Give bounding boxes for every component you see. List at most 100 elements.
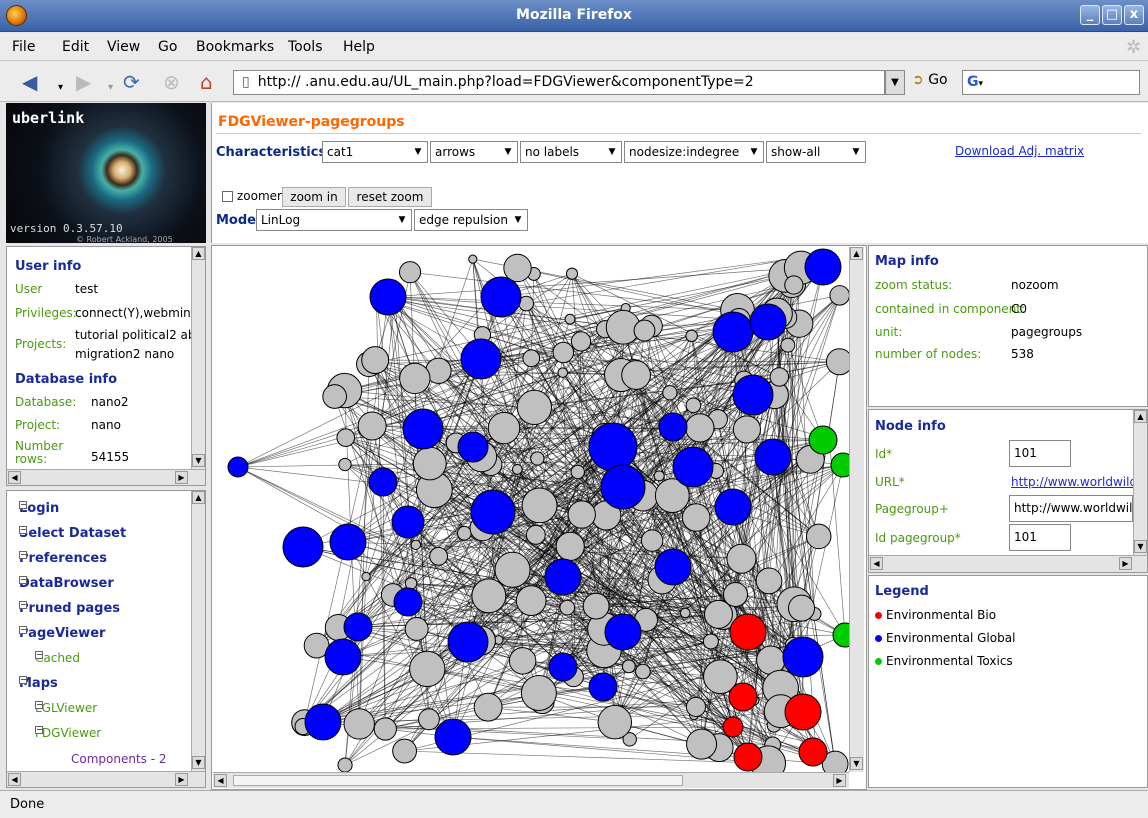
graph-node[interactable]: [829, 285, 849, 306]
graph-node[interactable]: [635, 663, 651, 680]
graph-node[interactable]: [805, 523, 832, 550]
tree-item-pageviewer[interactable]: − PageViewer: [19, 626, 105, 641]
graph-node[interactable]: [685, 329, 698, 343]
graph-node[interactable]: [410, 539, 422, 551]
menu-view[interactable]: View: [107, 39, 140, 55]
graph-node[interactable]: [570, 331, 592, 352]
menu-file[interactable]: File: [12, 39, 35, 55]
show-select[interactable]: show-all ▼: [766, 141, 866, 163]
graph-node[interactable]: [412, 446, 447, 481]
graph-node[interactable]: [567, 500, 596, 529]
id-field[interactable]: 101: [1009, 440, 1071, 467]
url-input[interactable]: ▯ http:// .anu.edu.au/UL_main.php?load=FD…: [233, 70, 885, 95]
scroll-left-icon[interactable]: ◀: [8, 773, 21, 786]
tree-item-preferences[interactable]: − Preferences: [19, 551, 107, 566]
vertical-scrollbar[interactable]: ▲ ▼: [1133, 410, 1147, 555]
graph-node[interactable]: [728, 682, 758, 712]
graph-node[interactable]: [787, 594, 816, 622]
graph-node[interactable]: [597, 704, 633, 740]
graph-node[interactable]: [729, 613, 767, 651]
search-input[interactable]: G▾: [962, 70, 1140, 95]
tree-item-pruned-pages[interactable]: − Pruned pages: [19, 601, 120, 616]
forward-dropdown-icon[interactable]: ▾: [108, 78, 113, 98]
url-link[interactable]: http://www.worldwildlife: [1011, 475, 1147, 489]
graph-node[interactable]: [654, 548, 692, 586]
graph-node[interactable]: [686, 728, 718, 760]
graph-node[interactable]: [782, 636, 824, 678]
graph-node[interactable]: [282, 526, 324, 568]
graph-node[interactable]: [732, 374, 774, 416]
scroll-thumb[interactable]: [233, 775, 683, 786]
graph-node[interactable]: [621, 659, 636, 674]
minimize-button[interactable]: _: [1080, 5, 1100, 25]
graph-node[interactable]: [722, 716, 744, 738]
graph-node[interactable]: [468, 254, 478, 264]
graph-node[interactable]: [564, 313, 576, 325]
graph-node[interactable]: [784, 275, 804, 295]
graph-node[interactable]: [685, 696, 707, 718]
graph-node[interactable]: [361, 571, 371, 582]
graph-node[interactable]: [582, 592, 610, 620]
graph-node[interactable]: [409, 650, 446, 688]
graph-node[interactable]: [324, 638, 362, 676]
graph-node[interactable]: [588, 422, 638, 472]
reset-zoom-button[interactable]: reset zoom: [348, 187, 432, 207]
tree-item-login[interactable]: − Login: [19, 501, 59, 516]
graph-node[interactable]: [808, 425, 838, 455]
graph-node[interactable]: [525, 524, 546, 545]
tree-item-select-dataset[interactable]: − Select Dataset: [19, 526, 126, 541]
back-icon[interactable]: ◀: [22, 72, 37, 92]
scroll-up-icon[interactable]: ▲: [192, 247, 205, 260]
graph-node[interactable]: [336, 428, 356, 447]
graph-node[interactable]: [434, 718, 472, 756]
graph-node[interactable]: [681, 503, 711, 532]
graph-node[interactable]: [555, 531, 585, 561]
graph-node[interactable]: [338, 457, 352, 472]
graph-node[interactable]: [685, 413, 715, 443]
go-button[interactable]: ➲ Go: [912, 72, 948, 88]
tree-item-lglviewer[interactable]: − LGLViewer: [35, 701, 97, 715]
graph-node[interactable]: [357, 411, 387, 441]
graph-node[interactable]: [329, 523, 367, 561]
characteristic-select[interactable]: cat1 ▼: [322, 141, 428, 163]
forward-icon[interactable]: ▶: [76, 72, 91, 92]
graph-node[interactable]: [832, 622, 849, 648]
graph-node[interactable]: [373, 717, 397, 741]
graph-node[interactable]: [780, 337, 796, 353]
scroll-up-icon[interactable]: ▲: [192, 491, 205, 504]
graph-node[interactable]: [600, 464, 646, 510]
graph-node[interactable]: [672, 446, 714, 488]
reload-icon[interactable]: ⟳: [123, 72, 140, 92]
graph-node[interactable]: [680, 607, 691, 619]
scroll-down-icon[interactable]: ▼: [192, 454, 205, 467]
download-adj-matrix-link[interactable]: Download Adj. matrix: [955, 144, 1084, 158]
menu-bookmarks[interactable]: Bookmarks: [196, 39, 274, 55]
horizontal-scrollbar[interactable]: ◀ ▶: [869, 555, 1147, 572]
graph-node[interactable]: [404, 577, 418, 590]
close-button[interactable]: x: [1124, 5, 1144, 25]
graph-node[interactable]: [662, 385, 678, 401]
scroll-up-icon[interactable]: ▲: [1134, 410, 1147, 423]
tree-item-cached[interactable]: − Cached: [35, 651, 80, 665]
scroll-left-icon[interactable]: ◀: [870, 557, 883, 570]
graph-node[interactable]: [685, 397, 702, 414]
graph-node[interactable]: [470, 489, 516, 535]
graph-node[interactable]: [494, 551, 531, 588]
graph-node[interactable]: [457, 525, 472, 541]
horizontal-scrollbar[interactable]: ◀ ▶: [7, 469, 205, 485]
graph-node[interactable]: [391, 505, 425, 539]
graph-node[interactable]: [393, 587, 423, 617]
scroll-down-icon[interactable]: ▼: [1134, 540, 1147, 553]
graph-node[interactable]: [544, 558, 582, 596]
repulsion-select[interactable]: edge repulsion ▼: [414, 209, 528, 231]
graph-node[interactable]: [460, 338, 502, 380]
tree-item-maps[interactable]: − Maps: [19, 676, 58, 691]
graph-node[interactable]: [749, 303, 787, 341]
graph-node[interactable]: [508, 647, 537, 675]
scroll-left-icon[interactable]: ◀: [8, 471, 21, 484]
vertical-scrollbar[interactable]: ▲ ▼: [191, 247, 205, 469]
graph-node[interactable]: [511, 464, 523, 475]
graph-node[interactable]: [548, 652, 578, 682]
tree-item-components[interactable]: Components - 2: [71, 752, 167, 766]
mode-select[interactable]: LinLog ▼: [256, 209, 412, 231]
